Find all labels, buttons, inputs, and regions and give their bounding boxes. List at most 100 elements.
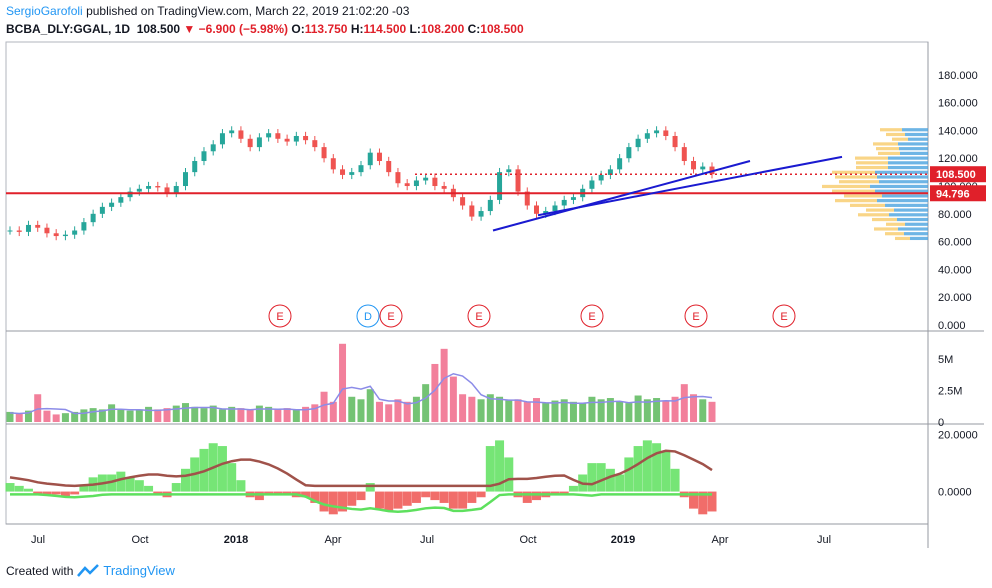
volume-profile-bar <box>898 227 928 231</box>
volume-bar <box>61 413 69 422</box>
volume-bar <box>292 409 300 422</box>
candle-body <box>681 147 687 162</box>
volume-profile-bar <box>910 236 928 241</box>
candle-body <box>626 147 632 159</box>
candle-body <box>109 202 115 207</box>
candle-body <box>700 166 706 170</box>
volume-profile-bar <box>877 175 928 179</box>
oscillator-axis-tick: 0.0000 <box>938 487 972 499</box>
volume-bar <box>708 401 716 422</box>
price-label: 94.796 <box>936 188 970 200</box>
candle-body <box>478 211 484 217</box>
volume-profile-bar <box>882 194 928 198</box>
volume-bar <box>80 409 88 422</box>
candle-body <box>330 158 336 170</box>
oscillator-bar <box>439 491 449 503</box>
volume-bar <box>662 400 670 422</box>
price-label: 108.500 <box>936 169 976 181</box>
volume-bar <box>320 391 328 422</box>
volume-profile-bar <box>894 208 928 212</box>
volume-bar <box>514 399 522 422</box>
volume-bar <box>459 394 467 422</box>
candle-body <box>644 133 650 139</box>
candle-body <box>16 230 22 232</box>
volume-profile-bar <box>886 132 905 137</box>
candle-body <box>441 186 447 189</box>
volume-profile-bar <box>822 184 870 189</box>
volume-bar <box>108 404 116 422</box>
candle-body <box>164 187 170 193</box>
tradingview-brand[interactable]: TradingView <box>103 563 175 578</box>
candle-body <box>691 161 697 170</box>
chart-svg[interactable]: 180.000160.000140.000120.000100.00080.00… <box>0 0 992 560</box>
oscillator-bar <box>448 491 458 509</box>
volume-bar <box>385 404 393 422</box>
oscillator-bar <box>652 443 662 492</box>
candle-body <box>247 138 253 148</box>
oscillator-bar <box>615 474 625 492</box>
volume-bar <box>89 408 97 422</box>
volume-bar <box>117 409 125 422</box>
volume-bar <box>52 414 60 422</box>
volume-profile-bar <box>850 203 885 207</box>
volume-bar <box>135 409 143 422</box>
oscillator-bar <box>633 446 643 492</box>
time-axis-tick: Oct <box>131 534 148 546</box>
volume-bar <box>348 396 356 422</box>
volume-axis-tick: 0 <box>938 417 944 429</box>
oscillator-bar <box>5 483 15 492</box>
oscillator-bar <box>374 491 384 509</box>
candle-body <box>266 133 272 138</box>
price-axis-tick: 40.000 <box>938 264 972 276</box>
candle-body <box>321 147 327 159</box>
volume-profile-bar <box>878 151 900 155</box>
oscillator-bar <box>171 483 181 492</box>
candle-body <box>497 172 503 200</box>
candle-body <box>432 177 438 187</box>
oscillator-bar <box>319 491 329 512</box>
volume-profile-bar <box>856 165 888 170</box>
candle-body <box>7 230 13 232</box>
volume-bar <box>255 405 263 422</box>
candle-body <box>229 130 235 134</box>
footer: Created with TradingView <box>6 563 175 578</box>
oscillator-bar <box>402 491 412 506</box>
candle-body <box>136 188 142 192</box>
event-marker-label: E <box>276 311 283 323</box>
candle-body <box>146 186 152 189</box>
volume-bar <box>625 403 633 422</box>
candle-body <box>460 197 466 206</box>
candle-body <box>349 172 355 175</box>
oscillator-bar <box>144 485 154 492</box>
candle-body <box>376 152 382 162</box>
candle-body <box>192 161 198 173</box>
candle-body <box>561 199 567 206</box>
oscillator-bar <box>328 491 338 515</box>
price-axis-tick: 140.000 <box>938 125 978 137</box>
price-axis-tick: 120.000 <box>938 153 978 165</box>
candle-body <box>303 135 309 141</box>
candle-body <box>219 133 225 145</box>
volume-bar <box>357 399 365 422</box>
candle-body <box>256 137 262 148</box>
volume-profile-bar <box>908 137 928 141</box>
volume-bar <box>412 396 420 422</box>
volume-profile-bar <box>880 128 902 132</box>
time-axis-tick: Apr <box>711 534 728 546</box>
oscillator-axis-tick: 20.0000 <box>938 430 978 442</box>
volume-profile-bar <box>905 222 928 226</box>
volume-bar <box>274 409 282 422</box>
volume-bar <box>699 399 707 422</box>
time-axis-tick: Jul <box>420 534 434 546</box>
chart-frame <box>5 41 929 525</box>
oscillator-bar <box>393 491 403 509</box>
candle-body <box>72 230 78 235</box>
oscillator-bar <box>605 468 615 492</box>
oscillator-bar <box>642 440 652 492</box>
volume-profile-bar <box>898 142 928 146</box>
time-axis-tick: 2018 <box>224 534 248 546</box>
price-axis-tick: 0.000 <box>938 320 966 332</box>
candle-body <box>487 199 493 212</box>
oscillator-bar <box>421 491 431 498</box>
candle-body <box>173 186 179 193</box>
